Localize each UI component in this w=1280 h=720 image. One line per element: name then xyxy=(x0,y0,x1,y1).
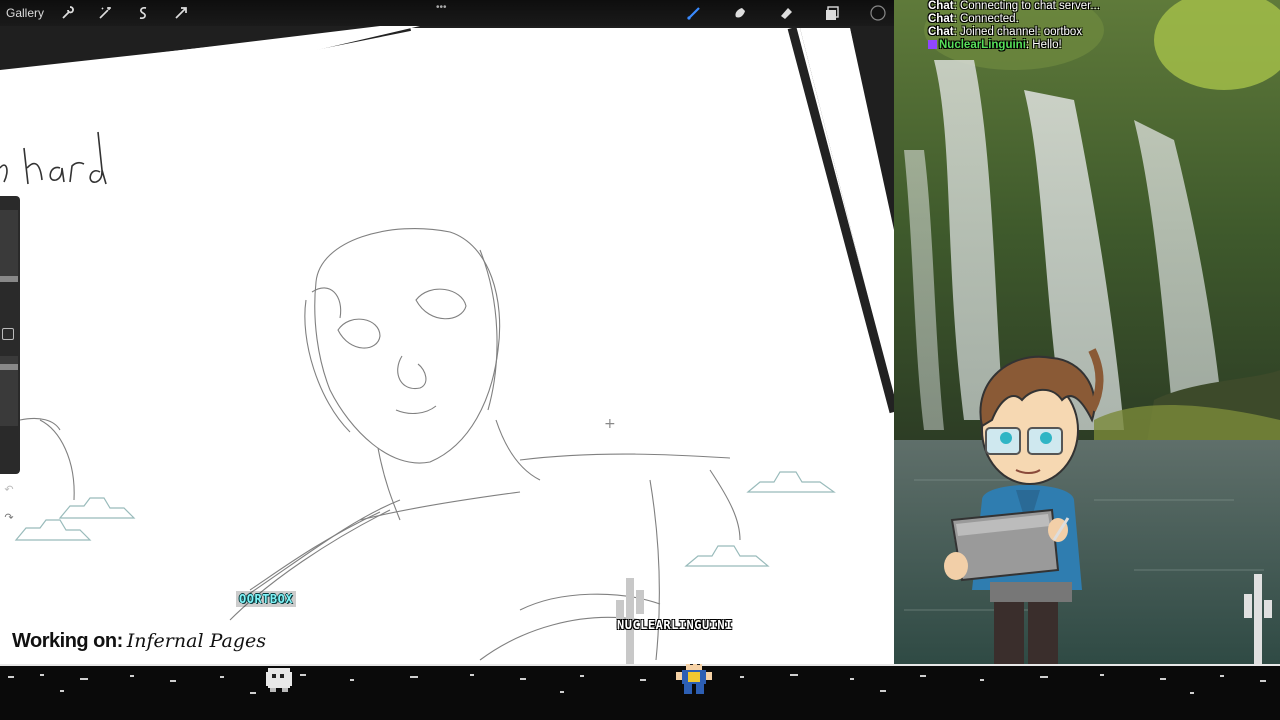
wrench-icon[interactable] xyxy=(58,3,78,23)
ground-dashes xyxy=(0,664,1280,694)
vault-boy-sprite-icon xyxy=(676,664,712,694)
opacity-knob[interactable] xyxy=(0,364,18,370)
chat-line: Chat: Connected. xyxy=(928,13,1019,25)
project-name: Infernal Pages xyxy=(126,630,266,652)
smudge-icon[interactable] xyxy=(730,3,750,23)
layers-icon[interactable] xyxy=(822,3,842,23)
chat-badge-icon xyxy=(928,40,937,49)
svg-text:+: + xyxy=(604,416,616,432)
chat-line: Chat: Connecting to chat server... xyxy=(928,0,1100,12)
drawing-canvas[interactable]: + xyxy=(0,0,894,664)
redo-button[interactable]: ↷ xyxy=(0,510,18,526)
color-swatch-icon[interactable] xyxy=(868,3,888,23)
brush-size-knob[interactable] xyxy=(0,276,18,282)
viewer-name-tag: NUCLEARLINGUINI xyxy=(617,618,733,632)
drawing-canvas-area[interactable]: + Gallery ••• ↶ ↷ xyxy=(0,0,894,664)
pixel-ground-bar xyxy=(0,664,1280,720)
undo-button[interactable]: ↶ xyxy=(0,482,18,498)
more-handle[interactable]: ••• xyxy=(436,0,447,18)
gallery-button[interactable]: Gallery xyxy=(6,3,44,23)
opacity-slider[interactable] xyxy=(0,356,18,426)
procreate-toolbar: Gallery ••• xyxy=(0,0,894,26)
working-on-label: Working on: xyxy=(12,630,123,652)
magic-wand-icon[interactable] xyxy=(95,3,115,23)
eraser-icon[interactable] xyxy=(776,3,796,23)
vtuber-avatar xyxy=(944,348,1104,664)
selection-icon[interactable] xyxy=(133,3,153,23)
working-on-banner: Working on: Infernal Pages xyxy=(12,626,266,654)
stream-background-scene xyxy=(894,0,1280,664)
brush-icon[interactable] xyxy=(684,3,704,23)
streamer-name-tag: OORTBOX xyxy=(236,591,297,607)
chat-overlay: Chat: Connecting to chat server... Chat:… xyxy=(928,0,1278,52)
chat-message: NuclearLinguini: Hello! xyxy=(928,39,1278,52)
side-slider-panel xyxy=(0,196,20,474)
chat-message-text: : Hello! xyxy=(1025,39,1062,51)
modify-button[interactable] xyxy=(2,328,14,340)
brush-size-slider[interactable] xyxy=(0,210,18,282)
chat-line: Chat: Joined channel: oortbox xyxy=(928,26,1083,38)
chat-username: NuclearLinguini xyxy=(939,39,1026,51)
transform-arrow-icon[interactable] xyxy=(171,3,191,23)
ghost-sprite-icon xyxy=(266,668,292,692)
